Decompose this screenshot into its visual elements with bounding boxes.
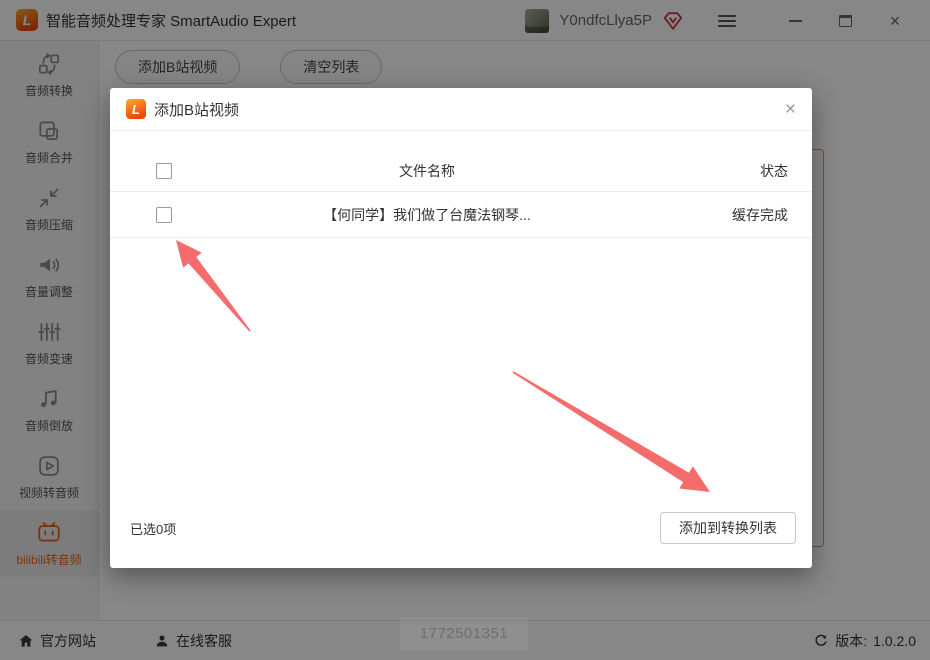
dialog-footer: 已选0项 添加到转换列表 xyxy=(130,512,796,544)
row-checkbox[interactable] xyxy=(156,206,172,223)
table-header-row: 文件名称 状态 xyxy=(110,150,812,192)
column-header-status: 状态 xyxy=(760,162,788,179)
dialog-header: L 添加B站视频 × xyxy=(110,88,812,131)
add-to-convert-list-button[interactable]: 添加到转换列表 xyxy=(660,512,796,544)
table-row[interactable]: 【何同学】我们做了台魔法钢琴... 缓存完成 xyxy=(110,192,812,238)
video-table: 文件名称 状态 【何同学】我们做了台魔法钢琴... 缓存完成 xyxy=(110,131,812,238)
add-bilibili-video-dialog: L 添加B站视频 × 文件名称 状态 【何同学】我们做了台魔法钢琴... 缓存完… xyxy=(110,88,812,568)
column-header-file-name: 文件名称 xyxy=(399,162,455,179)
background-number-hint: 1772501351 xyxy=(400,617,528,650)
selected-count: 已选0项 xyxy=(130,521,177,537)
dialog-logo-icon: L xyxy=(126,99,146,119)
select-all-checkbox[interactable] xyxy=(156,162,172,179)
row-status: 缓存完成 xyxy=(732,206,788,223)
app-window: L 智能音频处理专家 SmartAudio Expert Y0ndfcLlya5… xyxy=(0,0,930,660)
row-file-name: 【何同学】我们做了台魔法钢琴... xyxy=(323,206,531,223)
dialog-title: 添加B站视频 xyxy=(154,101,240,119)
dialog-close-icon[interactable]: × xyxy=(785,100,796,119)
